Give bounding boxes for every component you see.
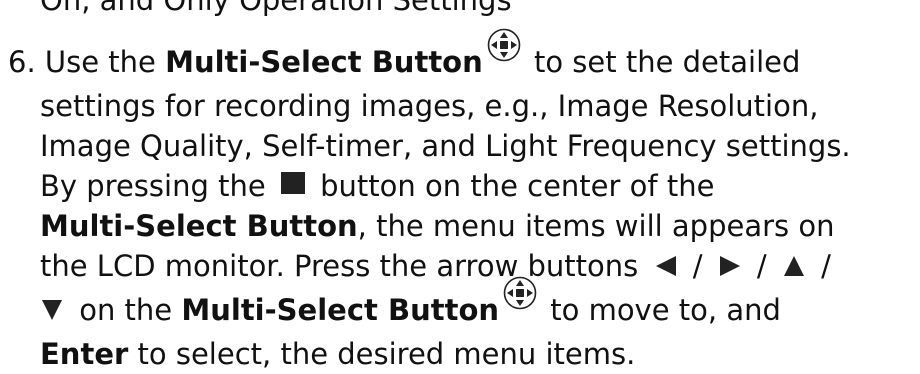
step-line-3: Image Quality, Self-timer, and Light Fre… (40, 129, 851, 163)
step-text: , the menu items will appears on (357, 209, 835, 243)
step-text: to select, the desired menu items. (128, 337, 636, 371)
multi-select-button-label: Multi-Select Button (40, 209, 358, 243)
right-arrow-icon (718, 254, 742, 278)
step-line-8: Enter to select, the desired menu items. (8, 334, 913, 374)
step-text: Use the (44, 45, 166, 79)
multi-select-button-icon (487, 28, 521, 62)
step-6: 6. Use the Multi-Select Button to set th… (8, 28, 913, 374)
step-text: to move to, and (541, 293, 781, 327)
separator-text: / (683, 249, 712, 283)
step-text: to set the detailed (524, 45, 801, 79)
multi-select-button-label: Multi-Select Button (181, 293, 500, 327)
separator-text: / (747, 249, 776, 283)
step-text: By pressing the (40, 169, 275, 203)
step-line-7: on the Multi-Select Button to move to, a… (8, 276, 913, 334)
multi-select-button-label: Multi-Select Button (165, 45, 483, 79)
up-arrow-icon (782, 254, 806, 278)
step-text: the LCD monitor. Press the arrow buttons (40, 249, 648, 283)
step-line-4: By pressing the button on the center of … (8, 166, 913, 206)
center-square-button-icon (280, 172, 305, 194)
down-arrow-icon (40, 298, 64, 322)
previous-step-text: On, and Only Operation Settings (40, 0, 512, 17)
multi-select-button-icon (503, 276, 537, 310)
step-line-2: settings for recording images, e.g., Ima… (40, 89, 819, 123)
step-line-6: the LCD monitor. Press the arrow buttons… (8, 246, 913, 286)
step-text: button on the center of the (310, 169, 715, 203)
manual-page: On, and Only Operation Settings 6. Use t… (0, 0, 920, 371)
step-line-1: 6. Use the Multi-Select Button to set th… (8, 28, 913, 86)
enter-label: Enter (40, 337, 129, 371)
left-arrow-icon (654, 254, 678, 278)
step-number: 6. (8, 45, 45, 79)
separator-text: / (811, 249, 831, 283)
step-line-5: Multi-Select Button, the menu items will… (8, 206, 913, 246)
step-text: on the (70, 293, 182, 327)
